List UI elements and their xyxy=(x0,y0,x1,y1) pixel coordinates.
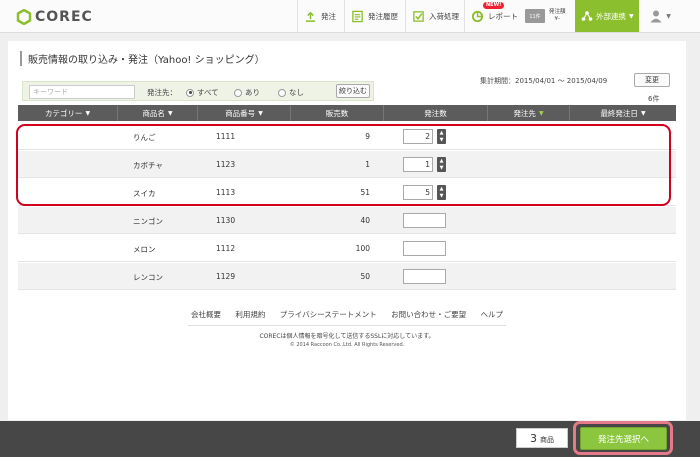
col-name-label: 商品名 xyxy=(142,108,165,118)
order-amount-value: ¥- xyxy=(554,16,560,22)
product-name: メロン xyxy=(133,245,156,254)
radio-no-label: なし xyxy=(289,88,304,97)
filter-icon: ▼ xyxy=(538,109,544,117)
table-row[interactable]: レンコン 1129 50 xyxy=(18,263,676,290)
col-sold-label: 販売数 xyxy=(325,108,349,118)
product-name: ニンゴン xyxy=(133,217,163,226)
change-period-button[interactable]: 変更 xyxy=(634,73,670,87)
footer-links: 会社概要 利用規約 プライバシーステートメント お問い合わせ・ご要望 ヘルプ xyxy=(8,309,686,320)
radio-yes-label: あり xyxy=(245,88,260,97)
checkbox-icon xyxy=(413,10,424,22)
period-text: 集計期間：2015/04/01 ～ 2015/04/09 xyxy=(480,77,608,85)
order-count-icon: 11件 xyxy=(525,9,545,23)
order-icon xyxy=(305,11,316,22)
sold-count: 50 xyxy=(360,272,370,281)
footer-link-help[interactable]: ヘルプ xyxy=(481,310,504,319)
corec-logo-icon xyxy=(16,9,32,25)
sold-count: 100 xyxy=(355,244,370,253)
col-destination[interactable]: 発注先 ▼ xyxy=(488,105,570,121)
footer-link-company[interactable]: 会社概要 xyxy=(191,310,221,319)
nav-report[interactable]: NEW! レポート xyxy=(464,0,519,32)
external-link-label: 外部連携 xyxy=(596,11,626,21)
selected-count-number: 3 xyxy=(530,432,537,445)
new-badge: NEW! xyxy=(483,2,505,9)
report-icon xyxy=(471,10,484,22)
table-row[interactable]: メロン 1112 100 xyxy=(18,235,676,262)
nav-order-label: 発注 xyxy=(321,11,336,21)
copyright: © 2014 Raccoon Co.,Ltd. All Rights Reser… xyxy=(289,342,405,348)
sort-icon: ▼ xyxy=(258,109,263,117)
sort-icon: ▼ xyxy=(85,109,91,117)
nav-order[interactable]: 発注 xyxy=(297,0,341,32)
nav-report-label: レポート xyxy=(488,11,518,21)
product-code: 1112 xyxy=(216,244,236,253)
result-count: 6件 xyxy=(648,95,660,103)
logo[interactable]: COREC xyxy=(16,8,93,26)
filter-bar: 発注先： すべて あり なし 絞り込む xyxy=(22,81,374,101)
user-menu[interactable]: ▼ xyxy=(640,0,680,32)
footer-link-contact[interactable]: お問い合わせ・ご要望 xyxy=(391,310,466,319)
select-destination-button[interactable]: 発注先選択へ xyxy=(580,427,667,450)
col-category[interactable]: カテゴリー ▼ xyxy=(18,105,118,121)
col-code[interactable]: 商品番号 ▼ xyxy=(198,105,291,121)
nav-history[interactable]: 発注履歴 xyxy=(344,0,401,32)
chevron-down-icon: ▼ xyxy=(629,12,634,20)
history-icon xyxy=(352,10,363,22)
selected-rows-highlight xyxy=(16,124,671,206)
user-icon xyxy=(650,10,662,23)
order-amount-label: 発注額 xyxy=(549,9,566,15)
col-category-label: カテゴリー xyxy=(44,108,83,118)
external-link-button[interactable]: 外部連携 ▼ xyxy=(575,0,639,32)
quantity-input[interactable] xyxy=(403,269,446,284)
top-navigation-bar: COREC 発注 発注履歴 入荷処理 NEW! レポート 11件 発注額 ¥- xyxy=(0,0,700,33)
col-destination-label: 発注先 xyxy=(513,108,536,118)
col-sold: 販売数 xyxy=(291,105,384,121)
nav-history-label: 発注履歴 xyxy=(368,11,398,21)
keyword-input[interactable] xyxy=(29,85,135,99)
col-code-label: 商品番号 xyxy=(225,108,256,118)
radio-button[interactable] xyxy=(234,88,242,97)
radio-no[interactable]: なし xyxy=(278,87,304,98)
filter-button[interactable]: 絞り込む xyxy=(336,84,370,98)
radio-button[interactable] xyxy=(278,88,286,97)
selected-count-unit: 商品 xyxy=(540,436,554,444)
radio-button[interactable] xyxy=(186,88,194,97)
radio-yes[interactable]: あり xyxy=(234,87,260,98)
col-qty: 発注数 xyxy=(384,105,488,121)
footer-link-terms[interactable]: 利用規約 xyxy=(235,310,265,319)
footer-link-privacy[interactable]: プライバシーステートメント xyxy=(280,310,377,319)
table-header: カテゴリー ▼ 商品名 ▼ 商品番号 ▼ 販売数 発注数 発注先 ▼ 最終発注日 ▼ xyxy=(18,105,676,121)
nav-receiving[interactable]: 入荷処理 xyxy=(405,0,461,32)
col-name[interactable]: 商品名 ▼ xyxy=(118,105,198,121)
radio-all[interactable]: すべて xyxy=(186,87,219,98)
destination-label: 発注先： xyxy=(147,88,177,97)
col-qty-label: 発注数 xyxy=(424,108,447,118)
order-amount: 発注額 ¥- xyxy=(549,9,566,23)
table-row[interactable]: ニンゴン 1130 40 xyxy=(18,207,676,234)
product-code: 1130 xyxy=(216,216,236,225)
ssl-note: CORECは個人情報を暗号化して送信するSSLに対応しています。 xyxy=(259,333,435,340)
product-name: レンコン xyxy=(133,273,163,282)
sort-icon: ▼ xyxy=(167,109,173,117)
sort-icon: ▼ xyxy=(640,109,646,117)
nav-receiving-label: 入荷処理 xyxy=(429,11,459,21)
page-title: 販売情報の取り込み・発注（Yahoo! ショッピング） xyxy=(20,51,265,66)
order-summary[interactable]: 11件 発注額 ¥- xyxy=(519,0,574,32)
sold-count: 40 xyxy=(360,216,370,225)
network-icon xyxy=(581,11,593,21)
quantity-input[interactable] xyxy=(403,213,446,228)
main-panel: 販売情報の取り込み・発注（Yahoo! ショッピング） 発注先： すべて あり … xyxy=(8,41,686,420)
radio-all-label: すべて xyxy=(197,88,219,97)
col-last-order-label: 最終発注日 xyxy=(600,108,638,118)
product-code: 1129 xyxy=(216,272,236,281)
col-last-order[interactable]: 最終発注日 ▼ xyxy=(570,105,676,121)
quantity-input[interactable] xyxy=(403,241,446,256)
logo-text: COREC xyxy=(35,9,93,25)
user-chevron-down-icon: ▼ xyxy=(666,12,671,20)
selected-count-badge: 3 商品 xyxy=(516,428,568,448)
footer-divider xyxy=(188,325,506,326)
